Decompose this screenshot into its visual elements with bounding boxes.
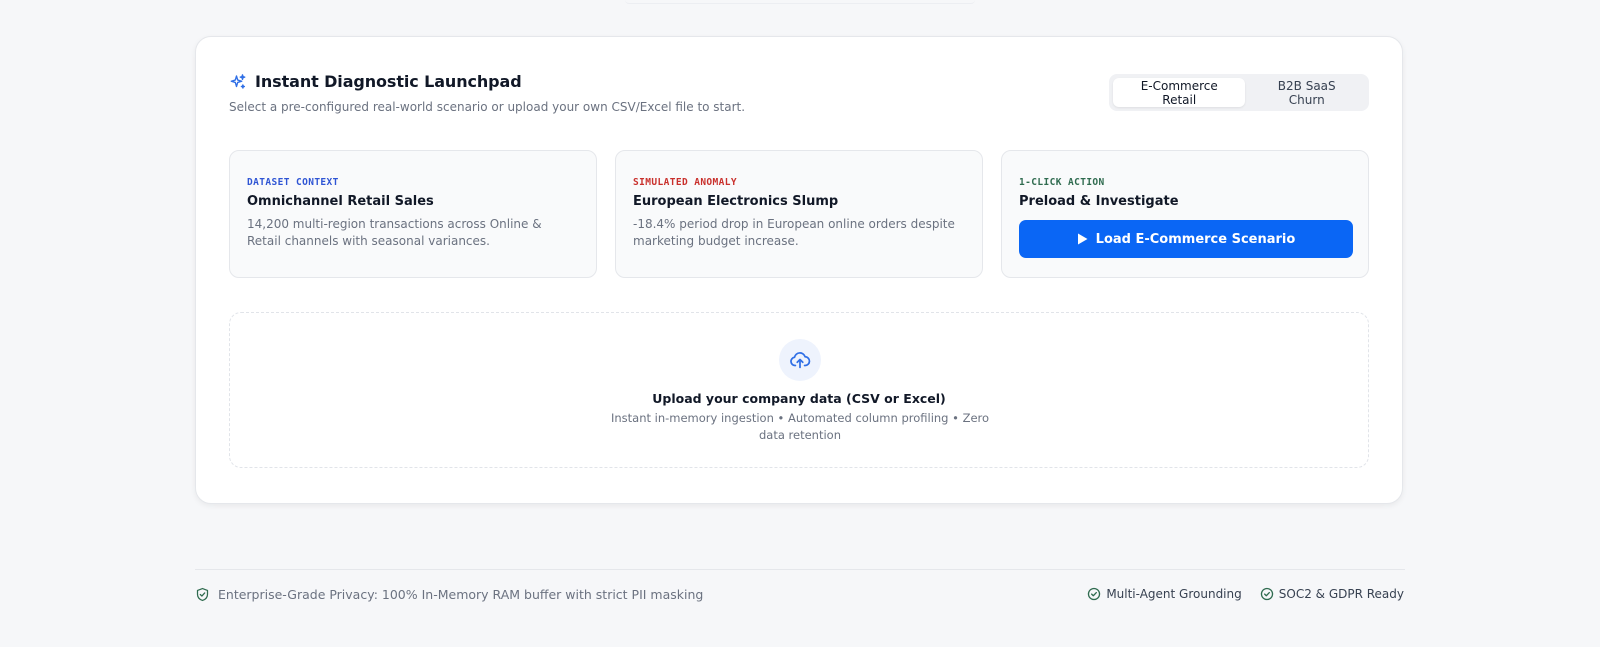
play-icon: [1077, 233, 1088, 245]
launchpad-header: Instant Diagnostic Launchpad: [229, 72, 522, 91]
simulated-anomaly-tile: SIMULATED ANOMALY European Electronics S…: [615, 150, 983, 278]
upload-title: Upload your company data (CSV or Excel): [652, 391, 946, 406]
cloud-upload-icon: [790, 352, 811, 369]
badge-multi-agent-grounding: Multi-Agent Grounding: [1087, 587, 1242, 601]
tile-kicker: 1-CLICK ACTION: [1019, 177, 1105, 188]
check-circle-icon: [1260, 587, 1273, 601]
page-title: Instant Diagnostic Launchpad: [255, 72, 522, 91]
tile-title: European Electronics Slump: [633, 194, 839, 209]
privacy-note: Enterprise-Grade Privacy: 100% In-Memory…: [195, 587, 703, 602]
check-circle-icon: [1088, 587, 1101, 601]
top-edge: [625, 0, 975, 4]
scenario-tabs: E-Commerce Retail B2B SaaS Churn: [1109, 74, 1369, 111]
tile-description: -18.4% period drop in European online or…: [633, 217, 955, 248]
badge-label: Multi-Agent Grounding: [1106, 587, 1242, 601]
compliance-badges: Multi-Agent Grounding SOC2 & GDPR Ready: [1087, 587, 1404, 601]
tile-kicker: DATASET CONTEXT: [247, 177, 339, 188]
upload-dropzone[interactable]: Upload your company data (CSV or Excel) …: [229, 312, 1369, 468]
privacy-text: Enterprise-Grade Privacy: 100% In-Memory…: [218, 587, 704, 602]
sparkles-icon: [230, 73, 246, 89]
tile-title: Omnichannel Retail Sales: [247, 194, 434, 209]
load-scenario-label: Load E-Commerce Scenario: [1095, 231, 1296, 247]
scenario-tiles: DATASET CONTEXT Omnichannel Retail Sales…: [229, 150, 1369, 278]
tile-kicker: SIMULATED ANOMALY: [633, 177, 738, 188]
launchpad-card: Instant Diagnostic Launchpad Select a pr…: [195, 36, 1403, 504]
tab-b2b-saas-churn[interactable]: B2B SaaS Churn: [1248, 78, 1365, 107]
page-subtitle: Select a pre-configured real-world scena…: [229, 100, 746, 114]
load-scenario-button[interactable]: Load E-Commerce Scenario: [1019, 220, 1353, 258]
badge-label: SOC2 & GDPR Ready: [1278, 587, 1404, 601]
upload-icon-circle: [779, 339, 821, 381]
one-click-action-tile: 1-CLICK ACTION Preload & Investigate Loa…: [1001, 150, 1369, 278]
upload-subtitle: Instant in-memory ingestion • Automated …: [610, 411, 990, 442]
tile-title: Preload & Investigate: [1019, 194, 1179, 209]
dataset-context-tile: DATASET CONTEXT Omnichannel Retail Sales…: [229, 150, 597, 278]
tab-ecommerce-retail[interactable]: E-Commerce Retail: [1113, 78, 1246, 107]
footer-divider: [195, 569, 1405, 570]
badge-soc2-gdpr: SOC2 & GDPR Ready: [1260, 587, 1404, 601]
tile-description: 14,200 multi-region transactions across …: [247, 217, 542, 248]
shield-check-icon: [196, 587, 209, 602]
